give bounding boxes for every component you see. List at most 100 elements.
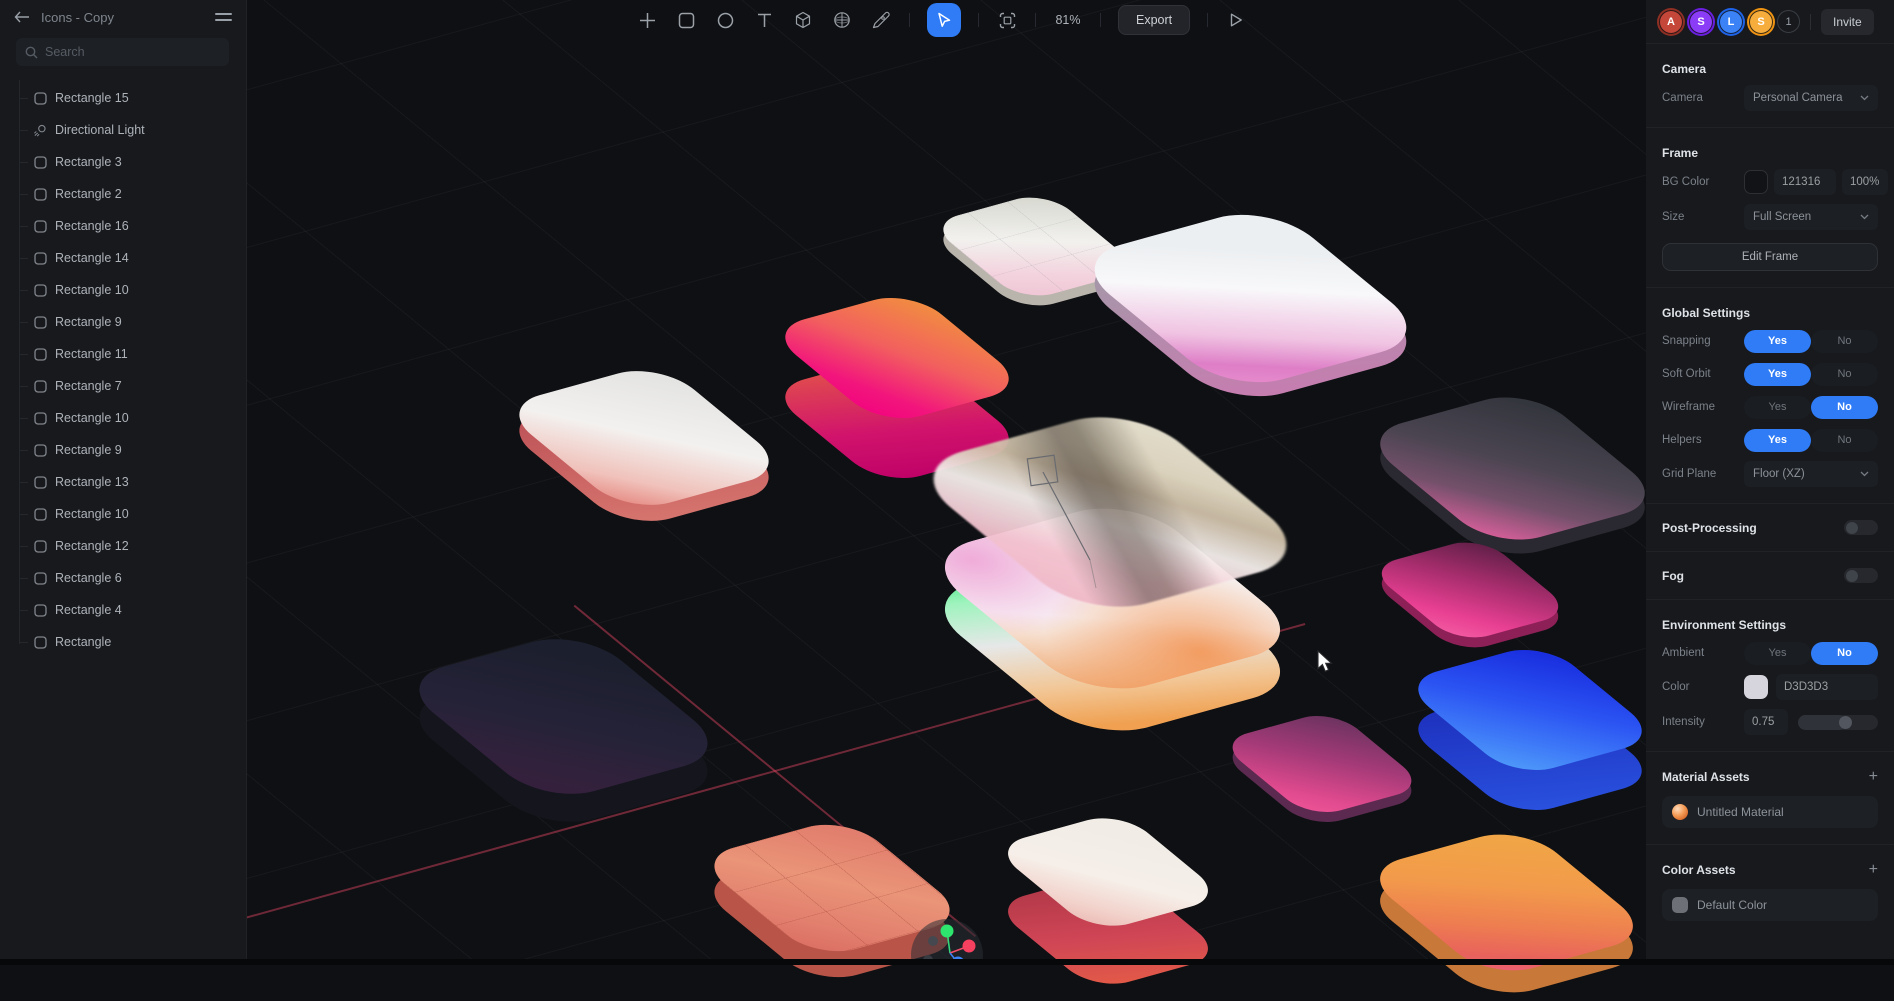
helpers-option-no[interactable]: No bbox=[1811, 429, 1878, 452]
add-material-icon[interactable]: + bbox=[1869, 770, 1878, 784]
wireframe-option-yes[interactable]: Yes bbox=[1744, 396, 1811, 419]
add-tool-button[interactable] bbox=[636, 9, 658, 31]
frame-section: Frame BG Color 121316 100% Size Full Scr… bbox=[1646, 128, 1894, 288]
orientation-gizmo[interactable] bbox=[900, 915, 1010, 965]
layer-label: Rectangle 10 bbox=[55, 507, 129, 521]
global-settings-section: Global Settings SnappingYesNoSoft OrbitY… bbox=[1646, 288, 1894, 504]
sidebar-layer-rectangle-15[interactable]: Rectangle 15 bbox=[0, 82, 246, 114]
sidebar-layer-rectangle-2[interactable]: Rectangle 2 bbox=[0, 178, 246, 210]
bg-color-swatch[interactable] bbox=[1744, 170, 1768, 194]
search-icon bbox=[25, 46, 38, 59]
zoom-level[interactable]: 81% bbox=[1053, 13, 1083, 27]
search-placeholder: Search bbox=[45, 45, 85, 59]
sidebar-layer-rectangle-6[interactable]: Rectangle 6 bbox=[0, 562, 246, 594]
sidebar-layer-rectangle-10[interactable]: Rectangle 10 bbox=[0, 274, 246, 306]
avatar-user-s-3[interactable]: S bbox=[1749, 10, 1773, 34]
ambient-option-no[interactable]: No bbox=[1811, 642, 1878, 665]
environment-section: Environment Settings Ambient YesNo Color… bbox=[1646, 600, 1894, 752]
avatar-user-a-0[interactable]: A bbox=[1659, 10, 1683, 34]
rectangle-layer-icon bbox=[33, 251, 47, 265]
env-color-hex-field[interactable]: D3D3D3 bbox=[1776, 674, 1878, 700]
layer-label: Rectangle 15 bbox=[55, 91, 129, 105]
edit-frame-button[interactable]: Edit Frame bbox=[1662, 243, 1878, 271]
layers-sidebar: Icons - Copy Search Rectangle 15Directio… bbox=[0, 0, 247, 965]
tree-tick bbox=[19, 642, 28, 643]
layer-label: Rectangle 13 bbox=[55, 475, 129, 489]
intensity-value-field[interactable]: 0.75 bbox=[1744, 709, 1788, 735]
layer-list: Rectangle 15 Directional Light Rectangle 3… bbox=[0, 82, 246, 658]
text-tool-button[interactable] bbox=[753, 9, 775, 31]
sidebar-layer-rectangle-9[interactable]: Rectangle 9 bbox=[0, 306, 246, 338]
menu-icon[interactable] bbox=[215, 13, 232, 20]
ellipse-tool-button[interactable] bbox=[714, 9, 736, 31]
post-processing-toggle[interactable] bbox=[1844, 520, 1878, 535]
sidebar-layer-rectangle-12[interactable]: Rectangle 12 bbox=[0, 530, 246, 562]
viewer-count-badge[interactable]: 1 bbox=[1777, 10, 1800, 33]
play-button[interactable] bbox=[1225, 9, 1247, 31]
tree-tick bbox=[19, 162, 28, 163]
sidebar-layer-rectangle-9[interactable]: Rectangle 9 bbox=[0, 434, 246, 466]
snapping-option-yes[interactable]: Yes bbox=[1744, 330, 1811, 353]
rectangle-layer-icon bbox=[33, 283, 47, 297]
bg-color-hex-field[interactable]: 121316 bbox=[1774, 169, 1836, 195]
tree-tick bbox=[19, 386, 28, 387]
material-asset-item[interactable]: Untitled Material bbox=[1662, 796, 1878, 828]
material-assets-title: Material Assets bbox=[1662, 770, 1750, 784]
grid-plane-dropdown[interactable]: Floor (XZ) bbox=[1744, 461, 1878, 487]
intensity-slider[interactable] bbox=[1798, 715, 1878, 730]
viewport-canvas[interactable] bbox=[0, 0, 1894, 965]
bg-color-opacity-field[interactable]: 100% bbox=[1842, 169, 1888, 195]
export-button[interactable]: Export bbox=[1118, 5, 1190, 35]
layer-label: Rectangle bbox=[55, 635, 111, 649]
wireframe-option-no[interactable]: No bbox=[1811, 396, 1878, 419]
fog-toggle[interactable] bbox=[1844, 568, 1878, 583]
sphere-tool-button[interactable] bbox=[831, 9, 853, 31]
size-dropdown[interactable]: Full Screen bbox=[1744, 204, 1878, 230]
sidebar-layer-directional-light[interactable]: Directional Light bbox=[0, 114, 246, 146]
gizmo-axis-y[interactable] bbox=[941, 925, 954, 938]
select-tool-button[interactable] bbox=[927, 3, 961, 37]
global-settings-rows: SnappingYesNoSoft OrbitYesNoWireframeYes… bbox=[1662, 329, 1878, 487]
tree-tick bbox=[19, 418, 28, 419]
wireframe-segmented: YesNo bbox=[1744, 396, 1878, 419]
layer-label: Rectangle 9 bbox=[55, 315, 122, 329]
camera-dropdown[interactable]: Personal Camera bbox=[1744, 85, 1878, 111]
snapping-option-no[interactable]: No bbox=[1811, 330, 1878, 353]
color-asset-item[interactable]: Default Color bbox=[1662, 889, 1878, 921]
soft-orbit-option-no[interactable]: No bbox=[1811, 363, 1878, 386]
cube-tool-button[interactable] bbox=[792, 9, 814, 31]
search-input[interactable]: Search bbox=[16, 38, 229, 66]
layer-label: Rectangle 3 bbox=[55, 155, 122, 169]
avatar-user-l-2[interactable]: L bbox=[1719, 10, 1743, 34]
sidebar-layer-rectangle-11[interactable]: Rectangle 11 bbox=[0, 338, 246, 370]
sidebar-layer-rectangle-7[interactable]: Rectangle 7 bbox=[0, 370, 246, 402]
rectangle-tool-button[interactable] bbox=[675, 9, 697, 31]
sidebar-layer-rectangle-3[interactable]: Rectangle 3 bbox=[0, 146, 246, 178]
sidebar-layer-rectangle[interactable]: Rectangle bbox=[0, 626, 246, 658]
sidebar-layer-rectangle-14[interactable]: Rectangle 14 bbox=[0, 242, 246, 274]
pen-tool-button[interactable] bbox=[870, 9, 892, 31]
back-arrow-icon[interactable] bbox=[14, 11, 30, 23]
env-color-label: Color bbox=[1662, 681, 1744, 693]
ambient-option-yes[interactable]: Yes bbox=[1744, 642, 1811, 665]
avatar-user-s-1[interactable]: S bbox=[1689, 10, 1713, 34]
layer-label: Rectangle 10 bbox=[55, 283, 129, 297]
material-sphere-thumb bbox=[1672, 804, 1688, 820]
gizmo-axis-x[interactable] bbox=[963, 940, 976, 953]
tree-tick bbox=[19, 258, 28, 259]
helpers-option-yes[interactable]: Yes bbox=[1744, 429, 1811, 452]
sidebar-layer-rectangle-16[interactable]: Rectangle 16 bbox=[0, 210, 246, 242]
slider-knob[interactable] bbox=[1839, 716, 1852, 729]
soft-orbit-option-yes[interactable]: Yes bbox=[1744, 363, 1811, 386]
frame-tool-button[interactable] bbox=[996, 9, 1018, 31]
env-color-swatch[interactable] bbox=[1744, 675, 1768, 699]
sidebar-layer-rectangle-4[interactable]: Rectangle 4 bbox=[0, 594, 246, 626]
sidebar-layer-rectangle-10[interactable]: Rectangle 10 bbox=[0, 402, 246, 434]
gizmo-axis-negx[interactable] bbox=[928, 936, 938, 946]
sidebar-layer-rectangle-10[interactable]: Rectangle 10 bbox=[0, 498, 246, 530]
rectangle-layer-icon bbox=[33, 603, 47, 617]
color-assets-section: Color Assets + Default Color bbox=[1646, 845, 1894, 937]
invite-button[interactable]: Invite bbox=[1821, 9, 1874, 35]
add-color-icon[interactable]: + bbox=[1869, 863, 1878, 877]
sidebar-layer-rectangle-13[interactable]: Rectangle 13 bbox=[0, 466, 246, 498]
